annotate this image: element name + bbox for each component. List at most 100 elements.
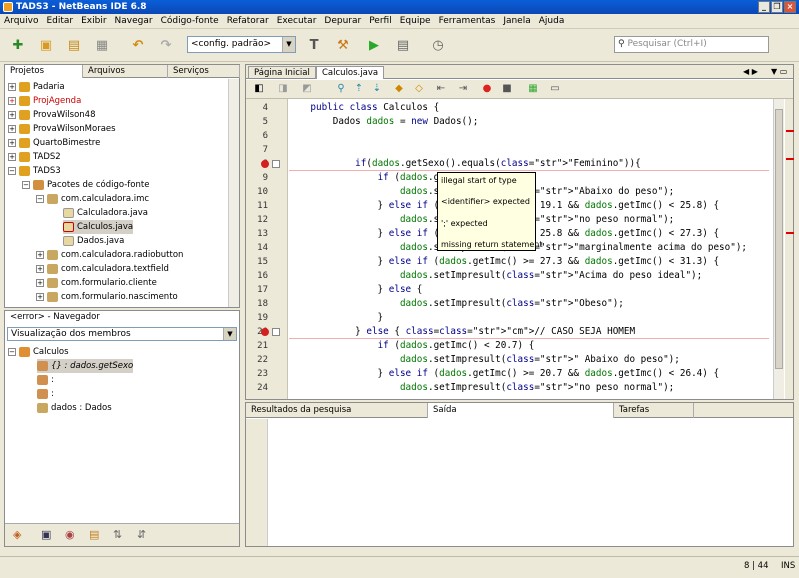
tree-item[interactable]: + ProjAgenda bbox=[8, 94, 81, 108]
uncomment-icon[interactable]: ▭ bbox=[548, 82, 562, 96]
projects-panel: Projetos Arquivos Serviços + Padaria + Pro… bbox=[4, 64, 240, 308]
tree-item[interactable]: + com.formulario.cliente bbox=[36, 276, 157, 290]
menu-exibir[interactable]: Exibir bbox=[77, 14, 110, 29]
sort-name-icon[interactable]: ⇅ bbox=[113, 528, 122, 541]
menu-ferramentas[interactable]: Ferramentas bbox=[435, 14, 500, 29]
navigator-item[interactable]: : bbox=[37, 373, 54, 387]
search-field[interactable]: ⚲ Pesquisar (Ctrl+I) bbox=[614, 36, 769, 53]
navigator-item[interactable]: : bbox=[37, 387, 54, 401]
comment-icon[interactable]: ▦ bbox=[526, 82, 540, 96]
tab-arquivos[interactable]: Arquivos bbox=[83, 65, 168, 78]
filter-fields-icon[interactable]: ◈ bbox=[13, 528, 21, 541]
new-file-icon[interactable]: ✚ bbox=[8, 35, 28, 55]
menu-janela[interactable]: Janela bbox=[499, 14, 534, 29]
main-toolbar: ✚ ▣ ▤ ▦ ↶ ↷ <config. padrão> ▼ T ⚒ ▶ ▤ ◷… bbox=[0, 29, 799, 62]
projects-scrollbar[interactable] bbox=[228, 79, 239, 307]
tree-item[interactable]: − Pacotes de código-fonte bbox=[22, 178, 149, 192]
open-project-icon[interactable]: ▤ bbox=[64, 35, 84, 55]
tab-servicos[interactable]: Serviços bbox=[168, 65, 240, 78]
find-next-icon[interactable]: ⇣ bbox=[370, 82, 384, 96]
undo-icon[interactable]: ↶ bbox=[128, 35, 148, 55]
forward-icon[interactable]: ◩ bbox=[300, 82, 314, 96]
redo-icon[interactable]: ↷ bbox=[156, 35, 176, 55]
tree-item[interactable]: + TADS2 bbox=[8, 150, 61, 164]
source-icon[interactable]: ◧ bbox=[252, 82, 266, 96]
back-icon[interactable]: ◨ bbox=[276, 82, 290, 96]
menu-ajuda[interactable]: Ajuda bbox=[535, 14, 569, 29]
tab-list-icon[interactable]: ▼ ▭ bbox=[766, 66, 792, 79]
menu-navegar[interactable]: Navegar bbox=[111, 14, 157, 29]
hammer-icon[interactable]: T bbox=[304, 35, 324, 55]
error-mark[interactable] bbox=[786, 232, 794, 234]
menu-arquivo[interactable]: Arquivo bbox=[0, 14, 42, 29]
menu-depurar[interactable]: Depurar bbox=[320, 14, 365, 29]
code-line: } bbox=[288, 312, 384, 323]
error-mark[interactable] bbox=[786, 130, 794, 132]
tree-item[interactable]: + QuartoBimestre bbox=[8, 136, 100, 150]
insert-mode: INS bbox=[781, 561, 796, 571]
output-panel: Resultados da pesquisa Saída Tarefas bbox=[245, 402, 794, 547]
tab-projetos[interactable]: Projetos bbox=[5, 65, 83, 78]
tab-resultados-pesquisa[interactable]: Resultados da pesquisa bbox=[246, 403, 428, 418]
menu-perfil[interactable]: Perfil bbox=[365, 14, 396, 29]
filter-static-icon[interactable]: ▣ bbox=[41, 528, 51, 541]
code-line: if (dados.getImc() < 20.7) { bbox=[377, 340, 535, 351]
tree-item[interactable]: + Padaria bbox=[8, 80, 65, 94]
menu-equipe[interactable]: Equipe bbox=[396, 14, 435, 29]
chevron-down-icon: ▼ bbox=[282, 37, 295, 52]
code-line: dados.setImpresult(class="str">"Obeso"); bbox=[399, 298, 624, 309]
tree-item[interactable]: Calculadora.java bbox=[63, 206, 148, 220]
restore-button[interactable]: ❐ bbox=[771, 1, 783, 13]
tab-tarefas[interactable]: Tarefas bbox=[614, 403, 694, 418]
profile-icon[interactable]: ◷ bbox=[428, 35, 448, 55]
debug-icon[interactable]: ▤ bbox=[393, 35, 413, 55]
error-mark[interactable] bbox=[786, 158, 794, 160]
tree-item[interactable]: − TADS3 bbox=[8, 164, 61, 178]
find-previous-icon[interactable]: ⇡ bbox=[352, 82, 366, 96]
run-icon[interactable]: ▶ bbox=[364, 35, 384, 55]
code-line: } else if (dados.getImc() >= 27.3 && dad… bbox=[288, 256, 720, 267]
window-title-bar: TADS3 - NetBeans IDE 6.8 _ ❐ × bbox=[0, 0, 799, 14]
sort-source-icon[interactable]: ⇵ bbox=[137, 528, 146, 541]
error-message: ';' expected bbox=[441, 219, 488, 228]
new-project-icon[interactable]: ▣ bbox=[36, 35, 56, 55]
scrollbar-thumb[interactable] bbox=[775, 109, 783, 369]
bookmark-next-icon[interactable]: ◇ bbox=[412, 82, 426, 96]
menu-refatorar[interactable]: Refatorar bbox=[223, 14, 273, 29]
tree-item[interactable]: + com.calculadora.textfield bbox=[36, 262, 169, 276]
filter-inherited-icon[interactable]: ▤ bbox=[89, 528, 99, 541]
error-message: <identifier> expected bbox=[441, 197, 530, 206]
editor-scrollbar[interactable] bbox=[773, 99, 784, 399]
close-button[interactable]: × bbox=[784, 1, 796, 13]
save-all-icon[interactable]: ▦ bbox=[92, 35, 112, 55]
tree-item[interactable]: + ProvaWilsonMoraes bbox=[8, 122, 116, 136]
code-line: } else { class=class="str">"cm">// CASO … bbox=[288, 326, 636, 337]
tab-calculos-java[interactable]: Calculos.java bbox=[316, 66, 385, 79]
navigator-root[interactable]: − Calculos bbox=[8, 345, 69, 359]
tree-item[interactable]: + com.formulario.nascimento bbox=[36, 290, 178, 304]
shift-right-icon[interactable]: ⇥ bbox=[456, 82, 470, 96]
menu-executar[interactable]: Executar bbox=[273, 14, 321, 29]
tree-item[interactable]: + ProvaWilson48 bbox=[8, 108, 96, 122]
menu-editar[interactable]: Editar bbox=[42, 14, 77, 29]
stop-macro-icon[interactable]: ■ bbox=[500, 82, 514, 96]
config-select[interactable]: <config. padrão> ▼ bbox=[187, 36, 296, 53]
minimize-button[interactable]: _ bbox=[758, 1, 770, 13]
menu-codigo-fonte[interactable]: Código-fonte bbox=[157, 14, 223, 29]
tree-item[interactable]: Dados.java bbox=[63, 234, 124, 248]
tree-item[interactable]: + com.calculadora.radiobutton bbox=[36, 248, 183, 262]
tree-item[interactable]: Calculos.java bbox=[63, 220, 134, 234]
navigator-item[interactable]: {} : dados.getSexo bbox=[37, 359, 134, 373]
tab-saida[interactable]: Saída bbox=[428, 403, 614, 418]
record-macro-icon[interactable]: ● bbox=[480, 82, 494, 96]
clean-build-icon[interactable]: ⚒ bbox=[333, 35, 353, 55]
tab-pagina-inicial[interactable]: Página Inicial bbox=[248, 66, 316, 79]
bookmark-previous-icon[interactable]: ◆ bbox=[392, 82, 406, 96]
find-icon[interactable]: ⚲ bbox=[334, 82, 348, 96]
navigator-item[interactable]: dados : Dados bbox=[37, 401, 112, 415]
scroll-tabs-icon[interactable]: ◀ ▶ bbox=[738, 66, 763, 79]
navigator-view-select[interactable]: Visualização dos membros ▼ bbox=[7, 327, 237, 341]
tree-item[interactable]: − com.calculadora.imc bbox=[36, 192, 149, 206]
filter-nonpublic-icon[interactable]: ◉ bbox=[65, 528, 75, 541]
shift-left-icon[interactable]: ⇤ bbox=[434, 82, 448, 96]
